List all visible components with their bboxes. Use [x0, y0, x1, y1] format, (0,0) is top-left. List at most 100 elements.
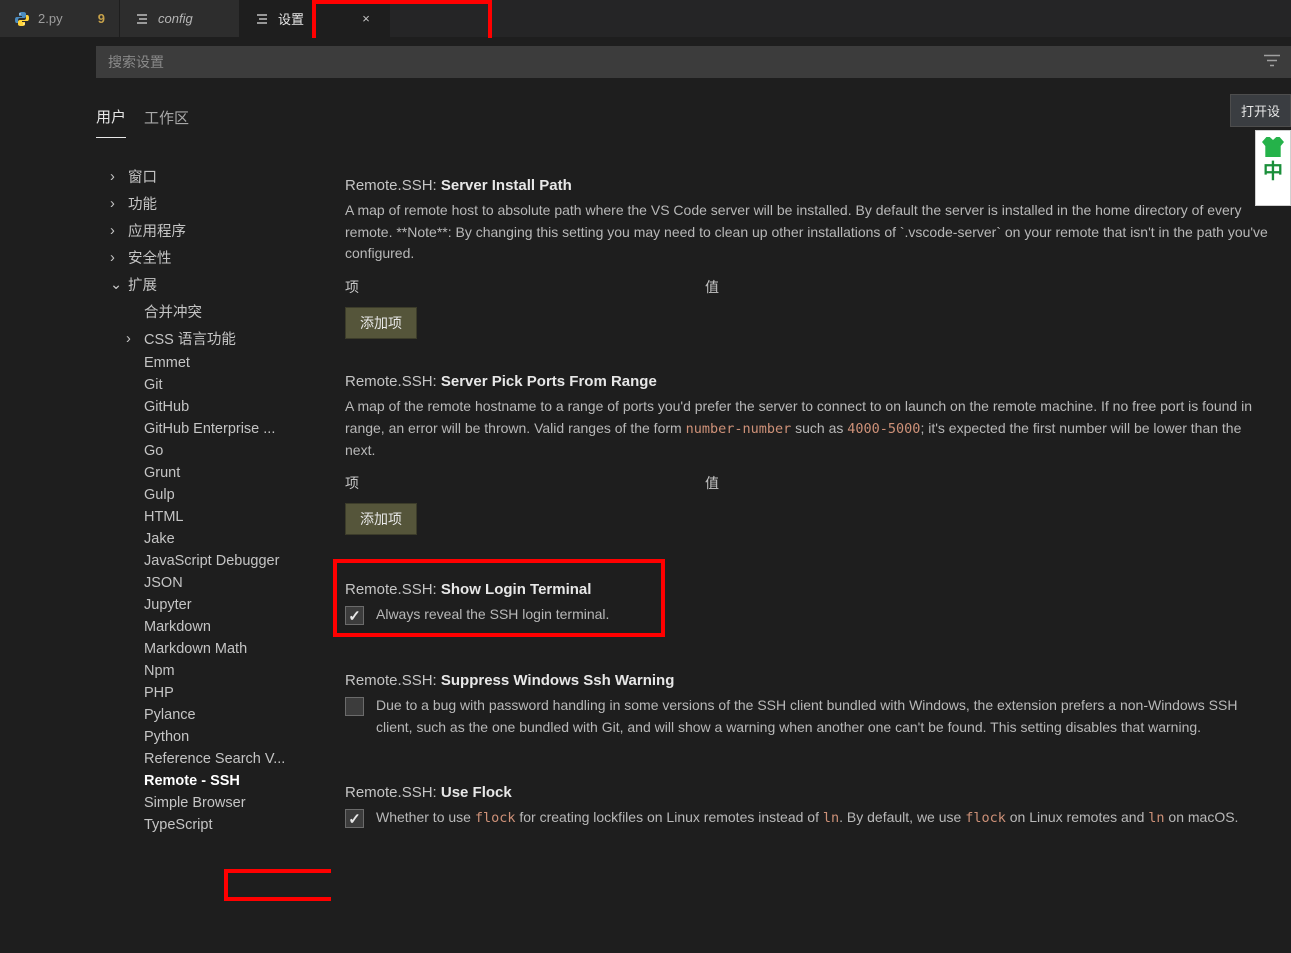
toc-item[interactable]: Reference Search V... [96, 748, 331, 770]
kv-table-header: 项 值 [345, 277, 1271, 297]
add-item-button[interactable]: 添加项 [345, 503, 417, 535]
tab-settings[interactable]: 设置 × [240, 0, 390, 37]
toc-label: Reference Search V... [144, 751, 285, 767]
toc-label: 应用程序 [128, 220, 186, 241]
tab-config[interactable]: config [120, 0, 240, 37]
toc-item[interactable]: Grunt [96, 462, 331, 484]
close-icon[interactable]: × [357, 11, 375, 26]
toc-label: Gulp [144, 487, 175, 503]
setting-title: Remote.SSH: Suppress Windows Ssh Warning [345, 672, 1271, 689]
toc-label: Simple Browser [144, 795, 246, 811]
setting-description: A map of the remote hostname to a range … [345, 396, 1271, 461]
toc-item[interactable]: Remote - SSH [96, 770, 331, 792]
toc-label: 安全性 [128, 247, 172, 268]
settings-search-input[interactable] [96, 46, 1291, 78]
toc-label: Jupyter [144, 597, 192, 613]
scope-tab-user[interactable]: 用户 [96, 100, 126, 138]
chevron-right-icon: › [110, 169, 124, 185]
tab-label: config [158, 11, 225, 26]
toc-item[interactable]: GitHub [96, 396, 331, 418]
checkbox-checked[interactable]: ✓ [345, 606, 364, 625]
left-margin [0, 38, 96, 953]
setting-title: Remote.SSH: Use Flock [345, 784, 1271, 801]
toc-item[interactable]: Python [96, 726, 331, 748]
toc-item[interactable]: ›窗口 [96, 163, 331, 190]
checkbox-row: ✓ Whether to use flock for creating lock… [345, 807, 1271, 829]
toc-item[interactable]: ›应用程序 [96, 217, 331, 244]
toc-item[interactable]: Simple Browser [96, 792, 331, 814]
toc-item[interactable]: Gulp [96, 484, 331, 506]
toc-item[interactable]: Markdown [96, 616, 331, 638]
setting-show-login-terminal: Remote.SSH: Show Login Terminal ✓ Always… [345, 553, 1271, 644]
toc-item[interactable]: JSON [96, 572, 331, 594]
toc-item[interactable]: Npm [96, 660, 331, 682]
toc-item[interactable]: PHP [96, 682, 331, 704]
toc-item[interactable]: Git [96, 374, 331, 396]
toc-label: Git [144, 377, 163, 393]
toc-item[interactable]: Jake [96, 528, 331, 550]
checkbox-unchecked[interactable] [345, 697, 364, 716]
toc-label: Markdown [144, 619, 211, 635]
annotation-box-toc [224, 869, 331, 901]
add-item-button[interactable]: 添加项 [345, 307, 417, 339]
toc-label: 窗口 [128, 166, 157, 187]
filter-icon[interactable] [1263, 52, 1281, 73]
toc-label: 扩展 [128, 274, 157, 295]
settings-search-row [96, 38, 1291, 86]
toc-label: Python [144, 729, 189, 745]
settings-list[interactable]: Remote.SSH: Server Install Path A map of… [331, 151, 1291, 953]
toc-label: 合并冲突 [144, 301, 202, 322]
float-translate-widget[interactable]: 中 [1255, 130, 1291, 206]
toc-label: HTML [144, 509, 183, 525]
checkbox-checked[interactable]: ✓ [345, 809, 364, 828]
chevron-right-icon: › [110, 196, 124, 212]
toc-item[interactable]: ⌄扩展 [96, 271, 331, 298]
tab-2py[interactable]: 2.py 9 [0, 0, 120, 37]
setting-server-install-path: Remote.SSH: Server Install Path A map of… [345, 161, 1271, 357]
settings-toc[interactable]: ›窗口›功能›应用程序›安全性⌄扩展合并冲突›CSS 语言功能EmmetGitG… [96, 151, 331, 953]
checkbox-label: Whether to use flock for creating lockfi… [376, 807, 1238, 829]
checkbox-label: Always reveal the SSH login terminal. [376, 604, 609, 626]
toc-item[interactable]: Pylance [96, 704, 331, 726]
setting-suppress-windows-warning: Remote.SSH: Suppress Windows Ssh Warning… [345, 644, 1271, 756]
toc-item[interactable]: Markdown Math [96, 638, 331, 660]
setting-title: Remote.SSH: Server Install Path [345, 177, 1271, 194]
toc-label: Emmet [144, 355, 190, 371]
setting-server-pick-ports: Remote.SSH: Server Pick Ports From Range… [345, 357, 1271, 553]
tab-label: 设置 [278, 9, 349, 28]
toc-item[interactable]: 合并冲突 [96, 298, 331, 325]
toc-item[interactable]: Jupyter [96, 594, 331, 616]
toc-label: Npm [144, 663, 175, 679]
toc-item[interactable]: Go [96, 440, 331, 462]
toc-item[interactable]: GitHub Enterprise ... [96, 418, 331, 440]
checkbox-row: Due to a bug with password handling in s… [345, 695, 1271, 738]
kv-key-header: 项 [345, 473, 705, 493]
open-settings-json-button[interactable]: 打开设 [1230, 94, 1291, 127]
toc-label: Go [144, 443, 163, 459]
toc-item[interactable]: Emmet [96, 352, 331, 374]
editor-tabs: 2.py 9 config 设置 × [0, 0, 1291, 38]
toc-item[interactable]: HTML [96, 506, 331, 528]
setting-title: Remote.SSH: Show Login Terminal [345, 581, 1271, 598]
chevron-down-icon: ⌄ [110, 277, 124, 293]
toc-item[interactable]: ›CSS 语言功能 [96, 325, 331, 352]
toc-item[interactable]: ›安全性 [96, 244, 331, 271]
kv-value-header: 值 [705, 277, 1271, 297]
tab-badge: 9 [98, 11, 105, 26]
toc-item[interactable]: TypeScript [96, 814, 331, 836]
scope-tab-workspace[interactable]: 工作区 [144, 101, 189, 138]
toc-label: GitHub Enterprise ... [144, 421, 275, 437]
kv-table-header: 项 值 [345, 473, 1271, 493]
chevron-right-icon: › [110, 223, 124, 239]
toc-label: GitHub [144, 399, 189, 415]
checkbox-label: Due to a bug with password handling in s… [376, 695, 1271, 738]
toc-item[interactable]: ›功能 [96, 190, 331, 217]
settings-editor: 用户 工作区 打开设 ›窗口›功能›应用程序›安全性⌄扩展合并冲突›CSS 语言… [0, 38, 1291, 953]
toc-label: PHP [144, 685, 174, 701]
setting-use-flock: Remote.SSH: Use Flock ✓ Whether to use f… [345, 756, 1271, 847]
toc-label: JavaScript Debugger [144, 553, 279, 569]
scope-tabs: 用户 工作区 打开设 [96, 86, 1291, 139]
kv-key-header: 项 [345, 277, 705, 297]
toc-label: 功能 [128, 193, 157, 214]
toc-item[interactable]: JavaScript Debugger [96, 550, 331, 572]
